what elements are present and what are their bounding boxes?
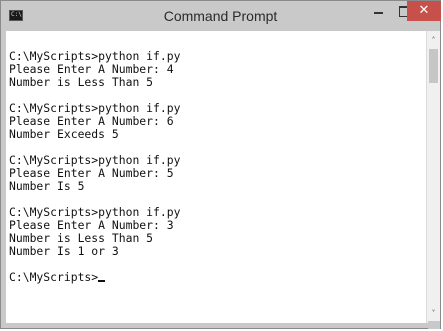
minimize-button[interactable] <box>365 1 391 21</box>
console-line-text: Number Is 5 <box>9 179 85 193</box>
console-line-text: Please Enter A Number: 4 <box>9 62 174 76</box>
console-line: Number Is 5 <box>9 180 180 193</box>
console-line-text: Number Exceeds 5 <box>9 127 119 141</box>
scroll-up-arrow-icon[interactable]: ˄ <box>427 34 440 48</box>
console-line: C:\MyScripts> <box>9 271 180 284</box>
scroll-down-arrow-icon[interactable]: ˅ <box>427 307 440 321</box>
console-line-text: C:\MyScripts>python if.py <box>9 153 181 167</box>
console-line-text: Please Enter A Number: 3 <box>9 218 174 232</box>
console-line-text: C:\MyScripts>python if.py <box>9 205 181 219</box>
console-line-text: C:\MyScripts>python if.py <box>9 49 181 63</box>
console-line-text: C:\MyScripts>python if.py <box>9 101 181 115</box>
scrollbar-thumb[interactable] <box>429 49 438 83</box>
console-line-text: Please Enter A Number: 6 <box>9 114 174 128</box>
vertical-scrollbar[interactable]: ˄ ˅ <box>426 31 440 323</box>
console-line: Number Is 1 or 3 <box>9 245 180 258</box>
title-bar[interactable]: C:\ Command Prompt ✕ <box>1 1 441 31</box>
console-lines: C:\MyScripts>python if.py Please Enter A … <box>9 50 180 284</box>
console-line-text: Number Is 1 or 3 <box>9 244 119 258</box>
close-button[interactable]: ✕ <box>407 1 441 21</box>
console-line: Number is Less Than 5 <box>9 76 180 89</box>
console-line-text: Number is Less Than 5 <box>9 75 154 89</box>
minimize-icon <box>374 12 383 14</box>
resize-grip[interactable] <box>428 321 440 329</box>
console-line: Number Exceeds 5 <box>9 128 180 141</box>
console-line-text: C:\MyScripts> <box>9 270 99 284</box>
console-line-text: Please Enter A Number: 5 <box>9 166 174 180</box>
text-cursor <box>98 280 106 282</box>
console-output[interactable]: C:\MyScripts>python if.py Please Enter A … <box>6 31 426 323</box>
close-icon: ✕ <box>418 3 430 18</box>
console-line-text: Number is Less Than 5 <box>9 231 154 245</box>
command-prompt-window: C:\ Command Prompt ✕ C:\MyScripts>python… <box>0 0 441 329</box>
